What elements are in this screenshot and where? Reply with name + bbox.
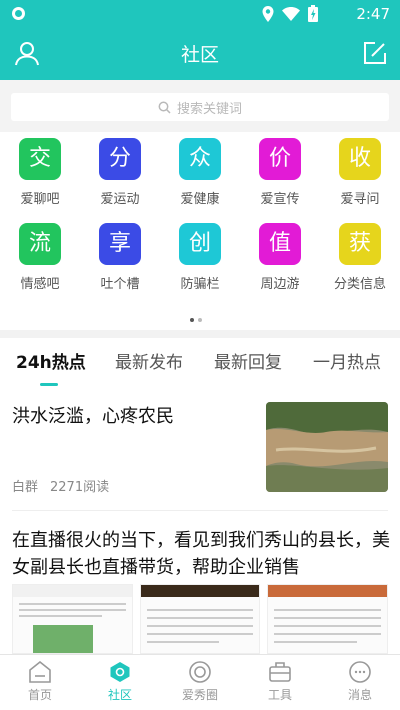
category-item[interactable]: 价爱宣传 xyxy=(240,138,320,207)
status-bar: 2:47 xyxy=(0,0,400,28)
page-indicator xyxy=(190,318,202,322)
nav-messages[interactable]: 消息 xyxy=(320,661,400,703)
section-divider xyxy=(0,330,400,338)
article-image xyxy=(12,584,133,654)
flood-field-image xyxy=(266,402,388,492)
category-label: 分类信息 xyxy=(333,277,386,292)
tab-latest-posts[interactable]: 最新发布 xyxy=(115,348,183,373)
wifi-icon xyxy=(282,6,300,21)
message-icon xyxy=(349,661,371,683)
tab-monthly-hot[interactable]: 一月热点 xyxy=(313,348,381,373)
nav-aixiuquan-label: 爱秀圈 xyxy=(181,688,218,702)
compose-button[interactable] xyxy=(362,40,388,66)
tab-24h-hot[interactable]: 24h热点 xyxy=(16,348,86,373)
category-icon: 价 xyxy=(259,138,301,180)
location-icon xyxy=(262,5,274,22)
article-meta: 白群 2271阅读 xyxy=(12,476,109,495)
category-label: 爱健康 xyxy=(180,192,220,207)
nav-aixiuquan[interactable]: 爱秀圈 xyxy=(160,661,240,703)
article-thumbnail[interactable] xyxy=(266,402,388,492)
category-item[interactable]: 享吐个槽 xyxy=(80,223,160,292)
battery-icon xyxy=(308,5,318,22)
app-header: 2:47 社区 xyxy=(0,0,400,80)
category-label: 周边游 xyxy=(260,277,300,292)
search-placeholder: 搜索关键词 xyxy=(176,101,242,117)
category-item[interactable]: 收爱寻问 xyxy=(320,138,400,207)
nav-community[interactable]: 社区 xyxy=(80,661,160,703)
category-icon: 流 xyxy=(19,223,61,265)
search-input[interactable]: 搜索关键词 xyxy=(11,93,389,121)
status-time: 2:47 xyxy=(356,5,390,23)
nav-home-label: 首页 xyxy=(27,688,52,702)
category-item[interactable]: 获分类信息 xyxy=(320,223,400,292)
page-title: 社区 xyxy=(180,44,219,66)
article-title[interactable]: 在直播很火的当下，看见到我们秀山的县长，美女副县长也直播带货，帮助企业销售 xyxy=(12,527,390,581)
category-icon: 交 xyxy=(19,138,61,180)
category-icon: 值 xyxy=(259,223,301,265)
nav-community-label: 社区 xyxy=(107,688,132,702)
category-item[interactable]: 众爱健康 xyxy=(160,138,240,207)
category-item[interactable]: 创防骗栏 xyxy=(160,223,240,292)
nav-messages-label: 消息 xyxy=(347,688,372,702)
toolbox-icon xyxy=(269,662,291,682)
active-tab-indicator xyxy=(40,383,58,386)
category-item[interactable]: 分爱运动 xyxy=(80,138,160,207)
category-icon: 分 xyxy=(99,138,141,180)
row-divider xyxy=(12,510,388,511)
category-icon: 收 xyxy=(339,138,381,180)
circle-icon xyxy=(189,661,211,683)
bottom-navigation: 首页 社区 爱秀圈 工具 消息 xyxy=(0,654,400,710)
category-label: 爱宣传 xyxy=(260,192,300,207)
app-notification-icon xyxy=(12,7,25,20)
home-icon xyxy=(29,661,51,683)
article-author: 白群 xyxy=(12,480,39,495)
community-icon xyxy=(110,662,130,682)
nav-tools-label: 工具 xyxy=(267,688,292,702)
category-item[interactable]: 交爱聊吧 xyxy=(0,138,80,207)
article-image xyxy=(139,584,261,654)
nav-home[interactable]: 首页 xyxy=(0,661,80,703)
edit-icon xyxy=(364,42,386,64)
category-label: 爱运动 xyxy=(100,192,140,207)
category-icon: 享 xyxy=(99,223,141,265)
category-label: 爱聊吧 xyxy=(20,192,60,207)
category-item[interactable]: 流情感吧 xyxy=(0,223,80,292)
category-label: 吐个槽 xyxy=(100,277,140,292)
feed-tabs: 24h热点 最新发布 最新回复 一月热点 xyxy=(0,348,400,388)
search-area: 搜索关键词 xyxy=(0,80,400,132)
category-icon: 创 xyxy=(179,223,221,265)
article-reads: 2271阅读 xyxy=(50,480,110,495)
category-icon: 众 xyxy=(179,138,221,180)
tab-latest-replies[interactable]: 最新回复 xyxy=(214,348,282,373)
article-image-row[interactable] xyxy=(12,584,388,654)
nav-tools[interactable]: 工具 xyxy=(240,661,320,703)
article-image xyxy=(267,584,388,654)
category-label: 防骗栏 xyxy=(180,277,220,292)
search-icon xyxy=(158,101,171,114)
category-label: 爱寻问 xyxy=(340,192,380,207)
category-label: 情感吧 xyxy=(20,277,60,292)
category-item[interactable]: 值周边游 xyxy=(240,223,320,292)
category-icon: 获 xyxy=(339,223,381,265)
article-title[interactable]: 洪水泛滥，心疼农民 xyxy=(12,402,174,428)
